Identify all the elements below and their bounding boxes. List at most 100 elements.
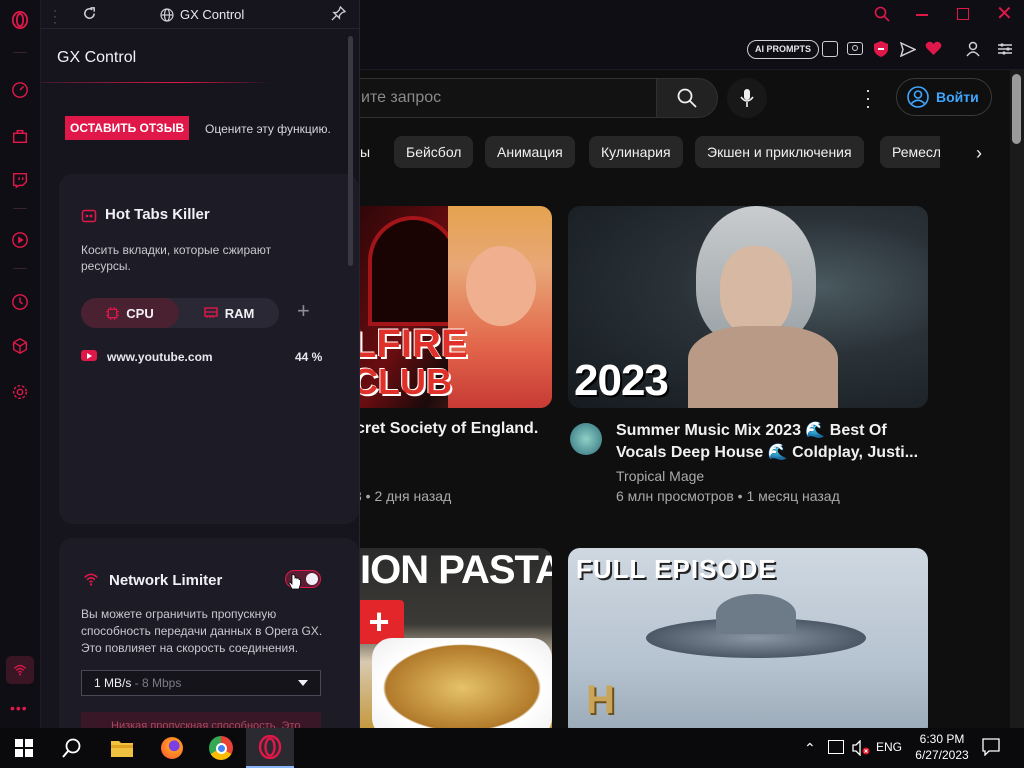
chevron-right-icon[interactable]: ›: [966, 140, 992, 166]
page-scrollbar[interactable]: [1010, 70, 1024, 728]
history-icon[interactable]: [8, 290, 32, 314]
cpu-label: CPU: [126, 305, 154, 321]
search-tabs-icon[interactable]: [874, 6, 890, 27]
scrollbar-thumb[interactable]: [1012, 74, 1021, 144]
pin-icon[interactable]: [331, 5, 347, 26]
firefox-icon[interactable]: [148, 728, 196, 768]
panel-header-title: GX Control: [180, 7, 245, 22]
thumbnail-text: FULL EPISODE: [576, 554, 777, 584]
settings-icon[interactable]: [8, 380, 32, 404]
cpu-icon: [106, 306, 120, 320]
notification-icon[interactable]: [982, 738, 1000, 761]
network-limiter-title: Network Limiter: [109, 572, 223, 589]
hot-tabs-killer-title: Hot Tabs Killer: [105, 206, 210, 223]
video-title-1[interactable]: cret Society of England.: [360, 420, 538, 438]
video-thumbnail-1[interactable]: LFIRE CLUB: [360, 206, 552, 408]
volume-muted-icon[interactable]: [852, 739, 870, 761]
ram-label: RAM: [224, 305, 255, 321]
search-button[interactable]: [656, 78, 718, 118]
easy-setup-icon[interactable]: [998, 42, 1012, 61]
more-icon[interactable]: •••: [10, 700, 28, 716]
ai-prompts-button[interactable]: AI PROMPTS: [747, 40, 820, 59]
chip-crafts[interactable]: Ремесл: [880, 136, 940, 168]
ram-icon: [203, 307, 218, 318]
thumbnail-text: CLUB: [360, 361, 452, 402]
minimize-icon[interactable]: [916, 14, 928, 16]
panel-scrollbar[interactable]: [348, 36, 353, 266]
chip-animation[interactable]: Анимация: [485, 136, 575, 168]
dropdown-arrow-icon: [298, 680, 308, 686]
add-icon[interactable]: +: [297, 300, 310, 322]
search-placeholder: ите запрос: [361, 89, 442, 106]
drag-handle-icon[interactable]: · · ·: [53, 4, 57, 28]
close-icon[interactable]: ✕: [996, 4, 1013, 24]
network-limiter-card: Network Limiter Вы можете ограничить про…: [59, 538, 359, 728]
cube-icon[interactable]: [8, 334, 32, 358]
player-icon[interactable]: [8, 228, 32, 252]
channel-avatar[interactable]: [570, 423, 602, 455]
chrome-icon[interactable]: [197, 728, 245, 768]
snapshot-edit-icon[interactable]: [822, 41, 838, 57]
bag-icon[interactable]: [8, 124, 32, 148]
clock[interactable]: 6:30 PM 6/27/2023: [912, 731, 972, 763]
opera-gx-taskbar-icon[interactable]: [246, 728, 294, 768]
browser-toolbar: AI PROMPTS: [360, 30, 1024, 70]
hot-tabs-killer-description: Косить вкладки, которые сжирают ресурсы.: [81, 243, 272, 273]
panel-title: GX Control: [57, 49, 137, 66]
search-icon[interactable]: [48, 728, 96, 768]
restore-icon[interactable]: [957, 8, 969, 20]
thumbnail-text: LFIRE: [360, 322, 468, 366]
voice-search-button[interactable]: [727, 78, 767, 118]
search-input[interactable]: ите запрос: [360, 78, 656, 118]
tab-site[interactable]: www.youtube.com: [107, 350, 213, 364]
language-indicator[interactable]: ENG: [876, 740, 902, 754]
vpn-shield-icon[interactable]: [873, 40, 889, 63]
account-icon[interactable]: [966, 41, 980, 62]
microphone-icon: [740, 89, 754, 107]
video-meta-2: 6 млн просмотров • 1 месяц назад: [616, 488, 840, 504]
resource-toggle: CPU RAM: [81, 298, 279, 328]
video-title-line: Summer Music Mix 2023 🌊 Best Of: [616, 422, 887, 439]
network-limiter-description: Вы можете ограничить пропускную способно…: [81, 607, 323, 655]
hot-tabs-killer-card: Hot Tabs Killer Косить вкладки, которые …: [59, 174, 359, 524]
speedometer-icon[interactable]: [8, 78, 32, 102]
user-circle-icon: [907, 86, 929, 108]
opera-logo-icon[interactable]: [8, 8, 32, 32]
video-thumbnail-3[interactable]: ION PASTA? +: [360, 548, 552, 728]
windows-start-icon[interactable]: [0, 728, 48, 768]
chip-cooking[interactable]: Кулинария: [589, 136, 683, 168]
twitch-icon[interactable]: [8, 168, 32, 192]
bandwidth-select[interactable]: 1 MB/s - 8 Mbps: [81, 670, 321, 696]
chip-baseball[interactable]: Бейсбол: [394, 136, 474, 168]
opera-sidebar: •••: [0, 0, 41, 728]
video-title-2[interactable]: Summer Music Mix 2023 🌊 Best Of Vocals D…: [616, 420, 918, 464]
camera-icon[interactable]: [847, 42, 863, 55]
windows-taskbar: ⌃ ENG 6:30 PM 6/27/2023: [0, 728, 1024, 768]
chevron-up-icon[interactable]: ⌃: [804, 740, 816, 757]
video-thumbnail-4[interactable]: FULL EPISODE H: [568, 548, 928, 728]
signin-button[interactable]: Войти: [896, 78, 992, 116]
video-title-line: Vocals Deep House 🌊 Coldplay, Justi...: [616, 444, 919, 461]
hand-cursor-icon: [288, 574, 302, 597]
chip-action-adventure[interactable]: Экшен и приключения: [695, 136, 864, 168]
clock-date: 6/27/2023: [915, 748, 969, 762]
channel-name[interactable]: Tropical Mage: [616, 468, 704, 484]
gx-control-wifi-icon[interactable]: [6, 656, 34, 684]
file-explorer-icon[interactable]: [98, 728, 146, 768]
chip-partial[interactable]: ы: [360, 136, 382, 168]
youtube-favicon-icon: [81, 350, 97, 361]
send-icon[interactable]: [899, 41, 917, 62]
cpu-tab[interactable]: CPU: [81, 298, 179, 328]
heart-icon[interactable]: [925, 41, 942, 61]
reload-icon[interactable]: [82, 6, 97, 26]
more-options-icon[interactable]: · · ·: [864, 81, 872, 115]
leave-feedback-button[interactable]: ОСТАВИТЬ ОТЗЫВ: [65, 116, 190, 140]
network-icon[interactable]: [828, 740, 844, 754]
globe-icon: [160, 7, 174, 22]
search-icon: [677, 88, 697, 108]
video-thumbnail-2[interactable]: 2023: [568, 206, 928, 408]
wifi-icon: [83, 572, 99, 591]
bandwidth-sub: - 8 Mbps: [131, 676, 182, 690]
video-meta-1: 3 • 2 дня назад: [360, 488, 452, 504]
ram-tab[interactable]: RAM: [179, 298, 279, 328]
